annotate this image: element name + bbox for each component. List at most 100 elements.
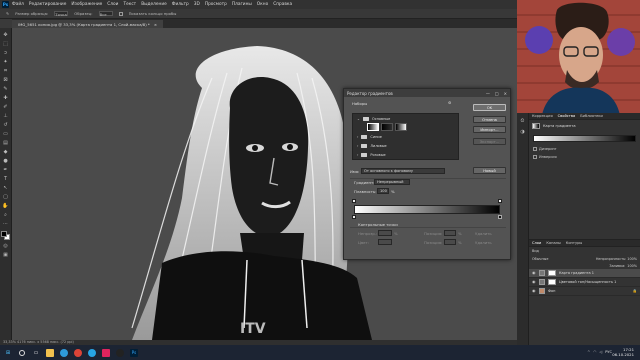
crop-tool-icon[interactable]: ⌗: [2, 67, 9, 74]
dodge-tool-icon[interactable]: ●: [2, 157, 9, 164]
smoothness-input[interactable]: 100: [377, 188, 389, 194]
maximize-icon[interactable]: □: [495, 91, 499, 96]
stop-color-swatch[interactable]: [378, 239, 392, 245]
preset-swatch[interactable]: [395, 123, 407, 131]
ok-button[interactable]: OK: [473, 104, 506, 111]
sample-size-select[interactable]: Точка: [54, 11, 69, 17]
show-ring-checkbox[interactable]: [118, 11, 123, 16]
eraser-tool-icon[interactable]: ▭: [2, 130, 9, 137]
foreground-color-swatch[interactable]: [1, 231, 7, 237]
menu-plugins[interactable]: Плагины: [232, 2, 252, 7]
obs-icon[interactable]: [116, 348, 124, 357]
layer-row[interactable]: ◉ Фон 🔒: [529, 287, 640, 296]
browser-icon[interactable]: [60, 348, 68, 357]
preset-folder[interactable]: › Синие: [353, 132, 458, 141]
gradient-type-select[interactable]: Непрерывный: [374, 179, 410, 185]
windows-start-icon[interactable]: ⊞: [4, 349, 12, 357]
opacity-stop-left[interactable]: [352, 199, 356, 203]
chevron-right-icon[interactable]: ›: [357, 135, 358, 139]
menu-type[interactable]: Текст: [123, 2, 136, 7]
delete-opacity-stop-button[interactable]: Удалить: [475, 231, 492, 236]
eye-icon[interactable]: ◉: [532, 280, 536, 284]
tab-properties[interactable]: Свойства: [558, 114, 576, 118]
type-tool-icon[interactable]: T: [2, 175, 9, 182]
tab-channels[interactable]: Каналы: [546, 241, 560, 245]
close-icon[interactable]: ×: [504, 91, 507, 96]
layer-kind-select[interactable]: Вид: [532, 249, 539, 253]
menu-help[interactable]: Справка: [273, 2, 292, 7]
volume-icon[interactable]: ◁: [599, 350, 602, 354]
music-app-icon[interactable]: [102, 348, 110, 357]
network-icon[interactable]: ◠: [593, 350, 596, 354]
delete-color-stop-button[interactable]: Удалить: [475, 240, 492, 245]
task-view-icon[interactable]: ▭: [32, 349, 40, 357]
lasso-tool-icon[interactable]: ↄ: [2, 49, 9, 56]
color-swatches[interactable]: [1, 231, 10, 240]
tab-libraries[interactable]: Библиотеки: [580, 114, 603, 118]
move-tool-icon[interactable]: ✥: [2, 31, 9, 38]
blend-mode-select[interactable]: Обычные: [532, 257, 548, 261]
blur-tool-icon[interactable]: ◆: [2, 148, 9, 155]
zoom-tool-icon[interactable]: ⌕: [2, 211, 9, 218]
photoshop-taskbar-icon[interactable]: Ps: [130, 348, 138, 357]
menu-image[interactable]: Изображение: [71, 2, 102, 7]
color-location-input[interactable]: [444, 239, 456, 245]
menu-filter[interactable]: Фильтр: [172, 2, 189, 7]
shape-tool-icon[interactable]: ▢: [2, 193, 9, 200]
history-brush-tool-icon[interactable]: ↺: [2, 121, 9, 128]
layer-mask-thumb[interactable]: [548, 270, 556, 276]
stop-opacity-input[interactable]: [378, 230, 392, 236]
settings-gear-icon[interactable]: ⚙: [448, 100, 451, 105]
preset-folder[interactable]: ⌄ Основные: [353, 114, 458, 123]
marquee-tool-icon[interactable]: ⬚: [2, 40, 9, 47]
preset-folder[interactable]: › Лиловые: [353, 141, 458, 150]
name-input[interactable]: От основного к фоновому: [361, 168, 445, 174]
search-icon[interactable]: [18, 349, 26, 357]
preset-folder[interactable]: › Розовые: [353, 150, 458, 159]
pen-tool-icon[interactable]: ✒: [2, 166, 9, 173]
zoom-level[interactable]: 33,33%: [3, 340, 16, 344]
adjust-panel-icon[interactable]: ◑: [519, 128, 526, 135]
color-stop-right[interactable]: [498, 215, 502, 219]
photoshop-logo-icon[interactable]: Ps: [2, 1, 9, 8]
menu-view[interactable]: Просмотр: [205, 2, 227, 7]
gradient-preview-bar[interactable]: [533, 135, 636, 142]
eye-icon[interactable]: ◉: [532, 271, 536, 275]
menu-3d[interactable]: 3D: [194, 2, 200, 7]
frame-tool-icon[interactable]: ⊠: [2, 76, 9, 83]
chrome-icon[interactable]: [74, 348, 82, 357]
export-button[interactable]: Экспорт...: [473, 138, 506, 145]
close-icon[interactable]: ×: [154, 22, 157, 27]
minimize-icon[interactable]: —: [486, 91, 490, 96]
clock[interactable]: 17:21 06.10.2021: [612, 347, 634, 357]
telegram-icon[interactable]: [88, 348, 96, 357]
reverse-checkbox[interactable]: [533, 155, 537, 159]
menu-file[interactable]: Файл: [12, 2, 24, 7]
color-stop-left[interactable]: [352, 215, 356, 219]
brush-tool-icon[interactable]: ✐: [2, 103, 9, 110]
presets-list[interactable]: ⌄ Основные › Синие › Лиловые › Розовые: [352, 113, 459, 160]
gradient-preview-bar[interactable]: [354, 205, 500, 214]
opacity-location-input[interactable]: [444, 230, 456, 236]
path-select-tool-icon[interactable]: ↖: [2, 184, 9, 191]
fill-value[interactable]: 100%: [627, 264, 637, 268]
clone-stamp-tool-icon[interactable]: ⊥: [2, 112, 9, 119]
preset-swatch[interactable]: [367, 123, 379, 131]
eyedropper-icon[interactable]: ✎: [6, 11, 9, 16]
eyedropper-tool-icon[interactable]: ✎: [2, 85, 9, 92]
layer-row[interactable]: ◉ Карта градиента 1: [529, 269, 640, 278]
chevron-down-icon[interactable]: ⌄: [357, 117, 360, 121]
chevron-right-icon[interactable]: ›: [357, 144, 358, 148]
layer-row[interactable]: ◉ Цветовой тон/Насыщенность 1: [529, 278, 640, 287]
preset-swatch[interactable]: [381, 123, 393, 131]
quick-mask-icon[interactable]: ◎: [2, 242, 9, 249]
document-tab[interactable]: IMG_5651 копия.jpg @ 33,3% (Карта градие…: [12, 20, 164, 28]
new-button[interactable]: Новый: [473, 167, 506, 174]
tab-layers[interactable]: Слои: [532, 241, 541, 245]
menu-layers[interactable]: Слои: [107, 2, 118, 7]
screen-mode-icon[interactable]: ▣: [2, 251, 9, 258]
menu-select[interactable]: Выделение: [141, 2, 167, 7]
tab-adjustments[interactable]: Коррекция: [532, 114, 553, 118]
menu-edit[interactable]: Редактирование: [29, 2, 67, 7]
file-explorer-icon[interactable]: [46, 348, 54, 357]
